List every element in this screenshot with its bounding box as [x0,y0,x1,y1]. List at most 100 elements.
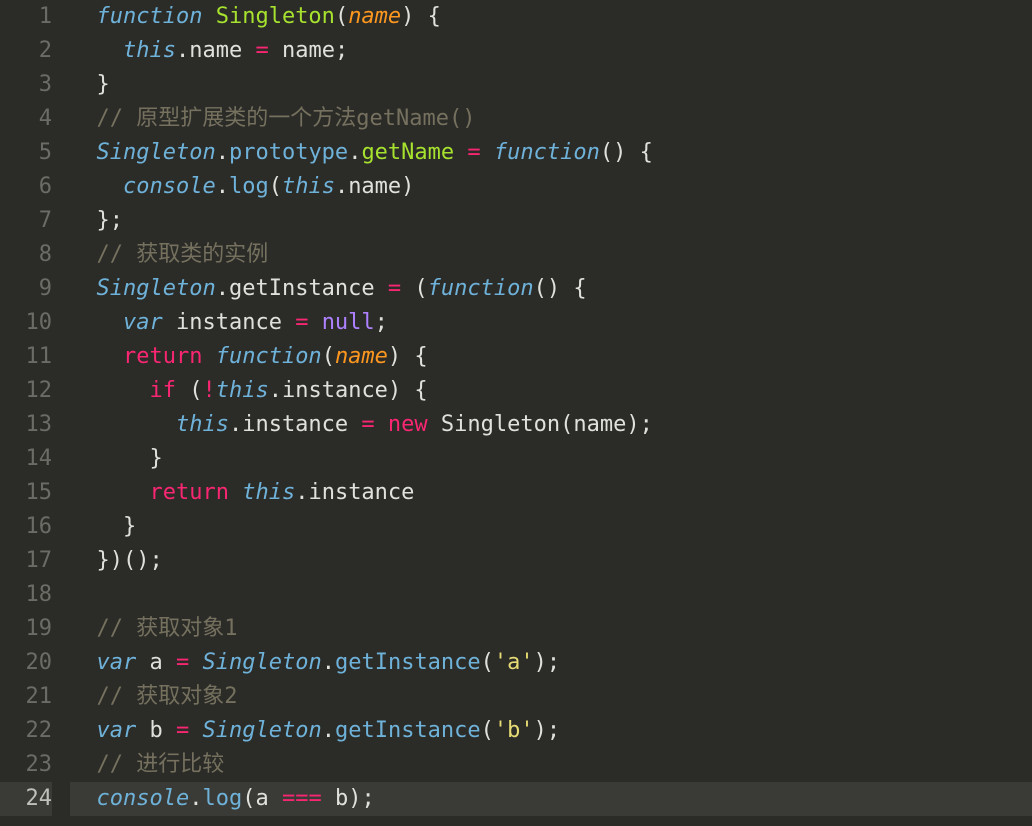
code-token [202,344,215,369]
code-token: Singleton [97,140,216,165]
code-line[interactable]: console.log(this.name) [70,170,1032,204]
code-token [70,718,97,743]
code-token: . [229,412,242,437]
code-token: getName [361,140,454,165]
code-token: ) { [388,344,428,369]
code-token: instance [308,480,414,505]
code-token: null [322,310,375,335]
code-line[interactable]: // 进行比较 [70,748,1032,782]
line-number: 23 [0,748,52,782]
code-token: ( [269,174,282,199]
code-token: ); [348,786,375,811]
code-line[interactable]: console.log(a === b); [70,782,1032,816]
code-token [70,4,97,29]
code-token [269,38,282,63]
code-token: 'a' [494,650,534,675]
code-line[interactable]: Singleton.getInstance = (function() { [70,272,1032,306]
code-token [189,718,202,743]
code-token: Singleton [203,718,322,743]
code-token: }; [70,208,123,233]
line-number: 7 [0,204,52,238]
code-line[interactable]: } [70,442,1032,476]
code-token: . [176,38,189,63]
code-token: . [335,174,348,199]
code-line[interactable] [70,578,1032,612]
code-line[interactable]: return this.instance [70,476,1032,510]
code-token [454,140,467,165]
code-token [308,310,321,335]
line-number: 17 [0,544,52,578]
code-token: = [176,718,189,743]
code-token: console [123,174,216,199]
code-token [70,480,149,505]
code-token [70,140,97,165]
code-line[interactable]: // 原型扩展类的一个方法getName() [70,102,1032,136]
code-token: b [136,718,176,743]
code-token [375,276,388,301]
code-line[interactable]: } [70,510,1032,544]
code-token: log [229,174,269,199]
code-line[interactable]: // 获取类的实例 [70,238,1032,272]
line-number: 4 [0,102,52,136]
code-token: . [216,174,229,199]
code-area[interactable]: function Singleton(name) { this.name = n… [70,0,1032,826]
code-token [242,38,255,63]
code-token: ; [375,310,388,335]
line-number: 22 [0,714,52,748]
line-number: 16 [0,510,52,544]
code-token: function [216,344,322,369]
code-token: function [494,140,600,165]
code-token: instance [282,378,388,403]
code-token [70,38,123,63]
code-token: Singleton [97,276,216,301]
code-token: return [149,480,228,505]
code-token [70,106,97,131]
code-token: function [428,276,534,301]
code-token: = [295,310,308,335]
code-token: name [573,412,626,437]
line-number: 11 [0,340,52,374]
code-token: ( [560,412,573,437]
code-token [70,786,97,811]
code-token: getInstance [229,276,375,301]
code-token: new [388,412,428,437]
code-token: })(); [70,548,163,573]
code-token: ( [322,344,335,369]
code-token: this [216,378,269,403]
code-token: ) [401,174,414,199]
line-number: 10 [0,306,52,340]
code-line[interactable]: } [70,68,1032,102]
code-token [70,242,97,267]
code-line[interactable]: return function(name) { [70,340,1032,374]
code-token: 'b' [494,718,534,743]
code-token [70,650,97,675]
code-token: a [255,786,282,811]
code-line[interactable]: this.instance = new Singleton(name); [70,408,1032,442]
code-token: ! [202,378,215,403]
code-token: . [216,276,229,301]
code-line[interactable]: var instance = null; [70,306,1032,340]
code-line[interactable]: this.name = name; [70,34,1032,68]
code-editor[interactable]: 123456789101112131415161718192021222324 … [0,0,1032,826]
code-line[interactable]: })(); [70,544,1032,578]
code-line[interactable]: if (!this.instance) { [70,374,1032,408]
code-token: this [123,38,176,63]
code-line[interactable]: var b = Singleton.getInstance('b'); [70,714,1032,748]
code-token: getInstance [335,718,481,743]
code-line[interactable]: Singleton.prototype.getName = function()… [70,136,1032,170]
line-number: 2 [0,34,52,68]
code-token: . [216,140,229,165]
code-token: this [176,412,229,437]
code-line[interactable]: function Singleton(name) { [70,0,1032,34]
line-number: 9 [0,272,52,306]
code-token: . [322,718,335,743]
code-line[interactable]: // 获取对象2 [70,680,1032,714]
code-token: Singleton [216,4,335,29]
code-token [70,310,123,335]
code-line[interactable]: }; [70,204,1032,238]
code-token: this [282,174,335,199]
code-token: // 获取对象2 [97,684,238,709]
code-line[interactable]: // 获取对象1 [70,612,1032,646]
code-token: ); [534,650,561,675]
code-line[interactable]: var a = Singleton.getInstance('a'); [70,646,1032,680]
